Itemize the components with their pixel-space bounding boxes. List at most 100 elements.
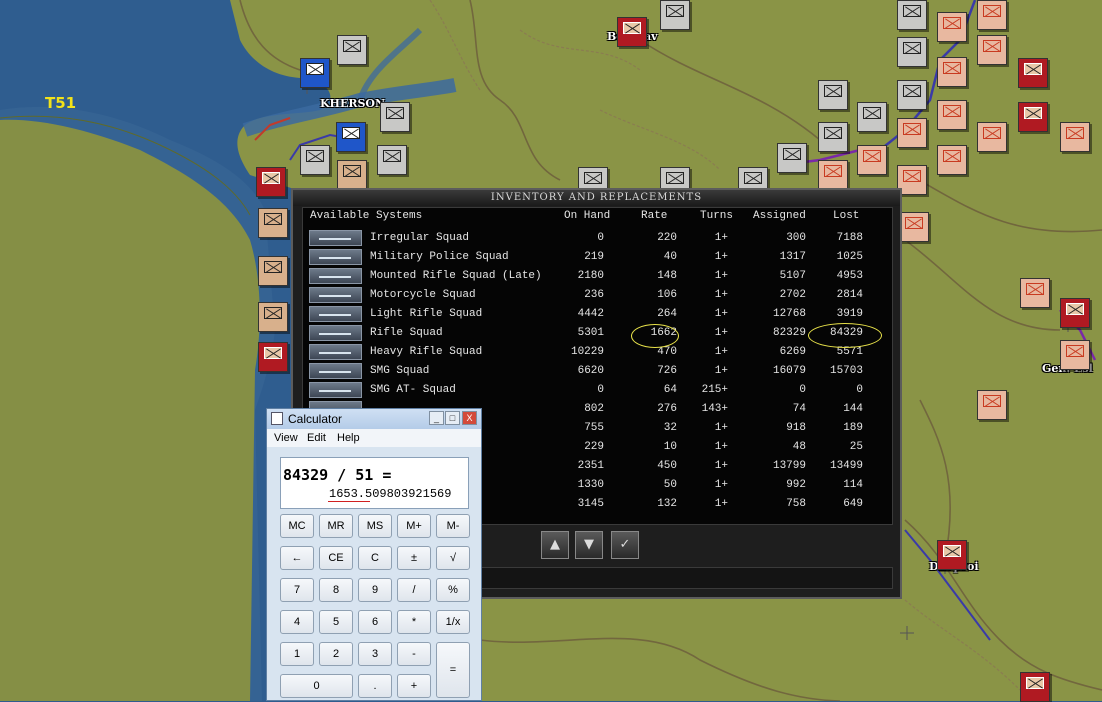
calculator-titlebar[interactable]: Calculator _ □ X — [267, 409, 481, 429]
inventory-row[interactable]: Rifle Squad 5301 1662 1+ 82329 84329 — [303, 324, 892, 343]
unit-counter[interactable] — [897, 118, 927, 148]
header-turns: Turns — [700, 210, 734, 222]
menu-help[interactable]: Help — [337, 432, 360, 444]
key-button[interactable]: 3 — [358, 642, 392, 666]
unit-counter[interactable] — [777, 143, 807, 173]
cell-on-hand: 0 — [597, 384, 604, 396]
key-button[interactable]: / — [397, 578, 431, 602]
unit-counter[interactable] — [256, 167, 286, 197]
unit-counter[interactable] — [1060, 340, 1090, 370]
unit-counter[interactable] — [818, 160, 848, 190]
minimize-button[interactable]: _ — [429, 411, 444, 425]
unit-counter[interactable] — [1020, 672, 1050, 702]
key-button[interactable]: - — [397, 642, 431, 666]
unit-counter[interactable] — [617, 17, 647, 47]
key-button[interactable]: CE — [319, 546, 353, 570]
key-button[interactable]: ± — [397, 546, 431, 570]
unit-counter[interactable] — [977, 122, 1007, 152]
unit-counter[interactable] — [1018, 58, 1048, 88]
unit-counter[interactable] — [337, 35, 367, 65]
key-button[interactable]: 6 — [358, 610, 392, 634]
weapon-system-icon — [309, 363, 362, 379]
inventory-buttons: ▲ ▼ ✓ — [535, 531, 647, 559]
unit-counter[interactable] — [660, 0, 690, 30]
key-button[interactable]: 1/x — [436, 610, 470, 634]
unit-counter[interactable] — [258, 302, 288, 332]
key-button[interactable]: √ — [436, 546, 470, 570]
scroll-down-button[interactable]: ▼ — [575, 531, 603, 559]
confirm-button[interactable]: ✓ — [611, 531, 639, 559]
key-button[interactable]: MC — [280, 514, 314, 538]
unit-counter[interactable] — [336, 122, 366, 152]
cell-rate: 40 — [663, 251, 677, 263]
key-button[interactable]: 7 — [280, 578, 314, 602]
unit-counter[interactable] — [300, 145, 330, 175]
unit-counter[interactable] — [1060, 122, 1090, 152]
unit-counter[interactable] — [258, 256, 288, 286]
key-button[interactable]: M+ — [397, 514, 431, 538]
maximize-button[interactable]: □ — [445, 411, 460, 425]
unit-counter[interactable] — [937, 145, 967, 175]
unit-counter[interactable] — [337, 160, 367, 190]
unit-counter[interactable] — [1020, 278, 1050, 308]
inventory-row[interactable]: Heavy Rifle Squad 10229 470 1+ 6269 5571 — [303, 343, 892, 362]
key-button[interactable]: 5 — [319, 610, 353, 634]
unit-counter[interactable] — [380, 102, 410, 132]
inventory-row[interactable]: Irregular Squad 0 220 1+ 300 7188 — [303, 229, 892, 248]
menu-edit[interactable]: Edit — [307, 432, 326, 444]
key-button[interactable]: = — [436, 642, 470, 698]
unit-counter[interactable] — [937, 57, 967, 87]
cell-assigned: 918 — [786, 422, 806, 434]
key-button[interactable]: ← — [280, 546, 314, 570]
inventory-row[interactable]: SMG AT- Squad 0 64 215+ 0 0 — [303, 381, 892, 400]
unit-counter[interactable] — [258, 208, 288, 238]
unit-counter[interactable] — [937, 100, 967, 130]
scroll-up-button[interactable]: ▲ — [541, 531, 569, 559]
unit-counter[interactable] — [899, 212, 929, 242]
unit-counter[interactable] — [300, 58, 330, 88]
inventory-row[interactable]: SMG Squad 6620 726 1+ 16079 15703 — [303, 362, 892, 381]
key-button[interactable]: % — [436, 578, 470, 602]
key-button[interactable]: MS — [358, 514, 392, 538]
key-button[interactable]: 1 — [280, 642, 314, 666]
cell-name: Light Rifle Squad — [370, 308, 483, 320]
unit-counter[interactable] — [897, 37, 927, 67]
unit-counter[interactable] — [818, 122, 848, 152]
key-button[interactable]: 2 — [319, 642, 353, 666]
key-button[interactable]: 4 — [280, 610, 314, 634]
unit-counter[interactable] — [897, 80, 927, 110]
inventory-row[interactable]: Motorcycle Squad 236 106 1+ 2702 2814 — [303, 286, 892, 305]
unit-counter[interactable] — [897, 0, 927, 30]
unit-counter[interactable] — [977, 390, 1007, 420]
header-assigned: Assigned — [753, 210, 806, 222]
unit-counter[interactable] — [1060, 298, 1090, 328]
key-button[interactable]: . — [358, 674, 392, 698]
key-button[interactable]: C — [358, 546, 392, 570]
unit-counter[interactable] — [377, 145, 407, 175]
inventory-row[interactable]: Mounted Rifle Squad (Late) 2180 148 1+ 5107 4… — [303, 267, 892, 286]
unit-counter[interactable] — [937, 12, 967, 42]
cell-name: SMG AT- Squad — [370, 384, 456, 396]
unit-counter[interactable] — [1018, 102, 1048, 132]
close-button[interactable]: X — [462, 411, 477, 425]
key-button[interactable]: MR — [319, 514, 353, 538]
unit-counter[interactable] — [818, 80, 848, 110]
key-button[interactable]: 8 — [319, 578, 353, 602]
unit-counter[interactable] — [977, 0, 1007, 30]
cell-assigned: 82329 — [772, 327, 806, 339]
inventory-row[interactable]: Military Police Squad 219 40 1+ 1317 1025 — [303, 248, 892, 267]
cell-rate: 64 — [663, 384, 677, 396]
cell-turns: 1+ — [714, 232, 728, 244]
unit-counter[interactable] — [977, 35, 1007, 65]
inventory-row[interactable]: Light Rifle Squad 4442 264 1+ 12768 3919 — [303, 305, 892, 324]
unit-counter[interactable] — [857, 145, 887, 175]
unit-counter[interactable] — [937, 540, 967, 570]
key-button[interactable]: 9 — [358, 578, 392, 602]
key-button[interactable]: + — [397, 674, 431, 698]
menu-view[interactable]: View — [274, 432, 298, 444]
unit-counter[interactable] — [258, 342, 288, 372]
key-button[interactable]: M- — [436, 514, 470, 538]
key-button[interactable]: * — [397, 610, 431, 634]
unit-counter[interactable] — [857, 102, 887, 132]
key-button[interactable]: 0 — [280, 674, 353, 698]
